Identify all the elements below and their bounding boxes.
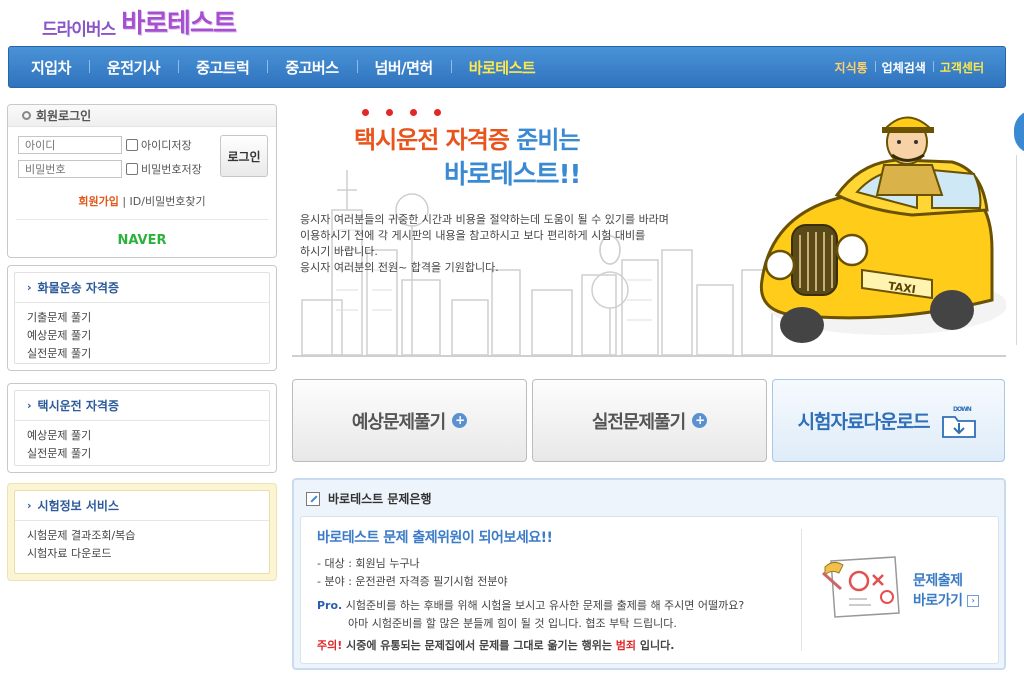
panel-body: 바로테스트 문제 출제위원이 되어보세요!! - 대상 : 회원님 누구나 - … (300, 516, 999, 664)
hero-banner: TAXI 택시운전 자격증 준비는 바로테스트!! 응시자 여러분들의 귀중한 … (292, 100, 1006, 365)
warning-text: 입니다. (636, 639, 675, 652)
category-title-label: 시험정보 서비스 (37, 499, 120, 513)
id-input[interactable] (18, 136, 122, 154)
login-title: 회원로그인 (8, 105, 276, 127)
category-box-taxi: › 택시운전 자격증 예상문제 풀기 실전문제 풀기 (7, 383, 277, 473)
panel-title: 바로테스트 문제은행 (328, 492, 432, 506)
util-link-customer-center[interactable]: 고객센터 (932, 59, 991, 76)
divider (1016, 155, 1017, 345)
nav-item-number-license[interactable]: 넘버/면허 (356, 57, 451, 78)
hero-desc-line: 응시자 여러분의 전원~ 합격을 기원합니다. (300, 261, 499, 274)
submit-problem-shortcut[interactable]: 문제출제 바로가기 › (913, 571, 979, 611)
save-password-label: 비밀번호저장 (141, 163, 202, 176)
panel-header: 바로테스트 문제은행 (306, 490, 432, 507)
site-logo[interactable]: 드라이버스 바로테스트 (42, 6, 237, 40)
hero-desc-line: 이용하시기 전에 각 게시판의 내용을 참고하시고 보다 편리하게 시험 대비를 (300, 229, 646, 242)
chevron-right-icon: › (27, 281, 32, 294)
pro-text: 아마 시험준비를 할 많은 분들께 힘이 될 것 입니다. 협조 부탁 드립니다… (348, 617, 677, 630)
login-box: 회원로그인 아이디저장 비밀번호저장 로그인 회원가입 | ID/비밀번호찾기 … (7, 104, 277, 258)
menu-link-past-exam[interactable]: 기출문제 풀기 (27, 309, 269, 327)
checkbox-icon (126, 163, 138, 175)
menu-link-material-download[interactable]: 시험자료 다운로드 (27, 545, 269, 563)
arrow-right-icon: › (966, 595, 979, 607)
circle-bullet-icon (22, 111, 31, 120)
practice-problems-button[interactable]: 실전문제풀기 + (532, 379, 767, 462)
bank-pro-note: Pro. 시험준비를 하는 후배를 위해 시험을 보시고 유사한 문제를 출제를… (317, 597, 744, 633)
hero-title-blue: 준비는 (516, 126, 580, 154)
button-label: 실전문제풀기 (591, 411, 686, 433)
menu-link-practice[interactable]: 실전문제 풀기 (27, 445, 269, 463)
hero-title-red: 택시운전 자격증 (354, 126, 510, 154)
menu-link-expected[interactable]: 예상문제 풀기 (27, 327, 269, 345)
exam-paper-icon (822, 556, 900, 618)
naver-login-logo[interactable]: NAVER (8, 233, 276, 248)
category-title[interactable]: › 화물운송 자격증 (15, 273, 269, 303)
menu-link-expected[interactable]: 예상문제 풀기 (27, 427, 269, 445)
chevron-right-icon: › (27, 499, 32, 512)
side-scroll-handle[interactable] (1014, 110, 1024, 154)
bank-warning: 주의! 시중에 유통되는 문제집에서 문제를 그대로 옮기는 행위는 범죄 입니… (317, 637, 674, 653)
bank-target: - 대상 : 회원님 누구나 (317, 557, 420, 570)
divider (16, 219, 268, 220)
ground-line (292, 355, 1006, 357)
nav-item-jiipcha[interactable]: 지입차 (13, 57, 89, 78)
category-box-cargo: › 화물운송 자격증 기출문제 풀기 예상문제 풀기 실전문제 풀기 (7, 265, 277, 371)
link-divider: | (122, 195, 127, 208)
find-account-link[interactable]: ID/비밀번호찾기 (130, 195, 206, 208)
logo-big-text: 바로테스트 (121, 9, 237, 39)
nav-item-used-truck[interactable]: 중고트럭 (178, 57, 267, 78)
category-title-label: 화물운송 자격증 (37, 281, 120, 295)
pencil-note-icon (306, 491, 320, 506)
bank-headline[interactable]: 바로테스트 문제 출제위원이 되어보세요!! (317, 527, 553, 547)
nav-item-barotest[interactable]: 바로테스트 (450, 57, 554, 78)
warning-text: 시중에 유통되는 문제집에서 문제를 그대로 옮기는 행위는 (342, 639, 616, 652)
emphasis-dots (362, 109, 441, 116)
hero-description: 응시자 여러분들의 귀중한 시간과 비용을 절약하는데 도움이 될 수 있기를 … (300, 212, 669, 276)
shortcut-label: 바로가기 (913, 593, 963, 609)
warning-highlight: 범죄 (615, 639, 637, 652)
nav-item-used-bus[interactable]: 중고버스 (267, 57, 356, 78)
logo-small-text: 드라이버스 (42, 20, 116, 40)
plus-circle-icon: + (692, 413, 708, 428)
chevron-right-icon: › (27, 399, 32, 412)
shortcut-label: 문제출제 (913, 573, 963, 589)
save-password-checkbox[interactable]: 비밀번호저장 (126, 161, 202, 177)
menu-link-practice[interactable]: 실전문제 풀기 (27, 345, 269, 363)
login-links: 회원가입 | ID/비밀번호찾기 (8, 193, 276, 209)
save-id-checkbox[interactable]: 아이디저장 (126, 137, 192, 153)
nav-item-driver[interactable]: 운전기사 (88, 57, 178, 78)
pro-text: 시험준비를 하는 후배를 위해 시험을 보시고 유사한 문제를 출제를 해 주시… (342, 599, 745, 612)
login-title-label: 회원로그인 (36, 109, 92, 123)
hero-title: 택시운전 자격증 준비는 (354, 120, 581, 155)
button-label: 시험자료다운로드 (797, 411, 931, 433)
expected-problems-button[interactable]: 예상문제풀기 + (292, 379, 527, 462)
download-tag-text: DOWN (953, 406, 972, 413)
category-title[interactable]: › 택시운전 자격증 (15, 391, 269, 421)
hero-subtitle: 바로테스트!! (444, 160, 581, 190)
download-folder-icon: DOWN (942, 406, 977, 438)
problem-bank-panel: 바로테스트 문제은행 바로테스트 문제 출제위원이 되어보세요!! - 대상 :… (292, 478, 1006, 670)
checkbox-icon (126, 139, 138, 151)
login-button[interactable]: 로그인 (220, 135, 268, 177)
taxi-car-illustration: TAXI (759, 116, 1006, 343)
category-title[interactable]: › 시험정보 서비스 (15, 491, 269, 521)
category-title-label: 택시운전 자격증 (37, 399, 120, 413)
hero-desc-line: 응시자 여러분들의 귀중한 시간과 비용을 절약하는데 도움이 될 수 있기를 … (300, 213, 669, 226)
main-nav: 지입차 운전기사 중고트럭 중고버스 넘버/면허 바로테스트 지식통 업체검색 … (8, 46, 1006, 88)
join-link[interactable]: 회원가입 (78, 195, 118, 208)
menu-link-result-review[interactable]: 시험문제 결과조회/복습 (27, 527, 269, 545)
hero-desc-line: 하시기 바랍니다. (300, 245, 378, 258)
util-link-company-search[interactable]: 업체검색 (874, 59, 933, 76)
download-materials-button[interactable]: 시험자료다운로드 DOWN (772, 379, 1005, 462)
plus-circle-icon: + (452, 413, 468, 428)
divider (801, 529, 802, 651)
password-input[interactable] (18, 160, 122, 178)
util-link-knowledge[interactable]: 지식통 (828, 59, 875, 76)
category-box-exam-info: › 시험정보 서비스 시험문제 결과조회/복습 시험자료 다운로드 (7, 483, 277, 581)
save-id-label: 아이디저장 (141, 139, 192, 152)
warning-label: 주의! (317, 639, 343, 652)
bank-field: - 분야 : 운전관련 자격증 필기시험 전분야 (317, 575, 508, 588)
button-label: 예상문제풀기 (351, 411, 446, 433)
pro-label: Pro. (317, 599, 343, 612)
